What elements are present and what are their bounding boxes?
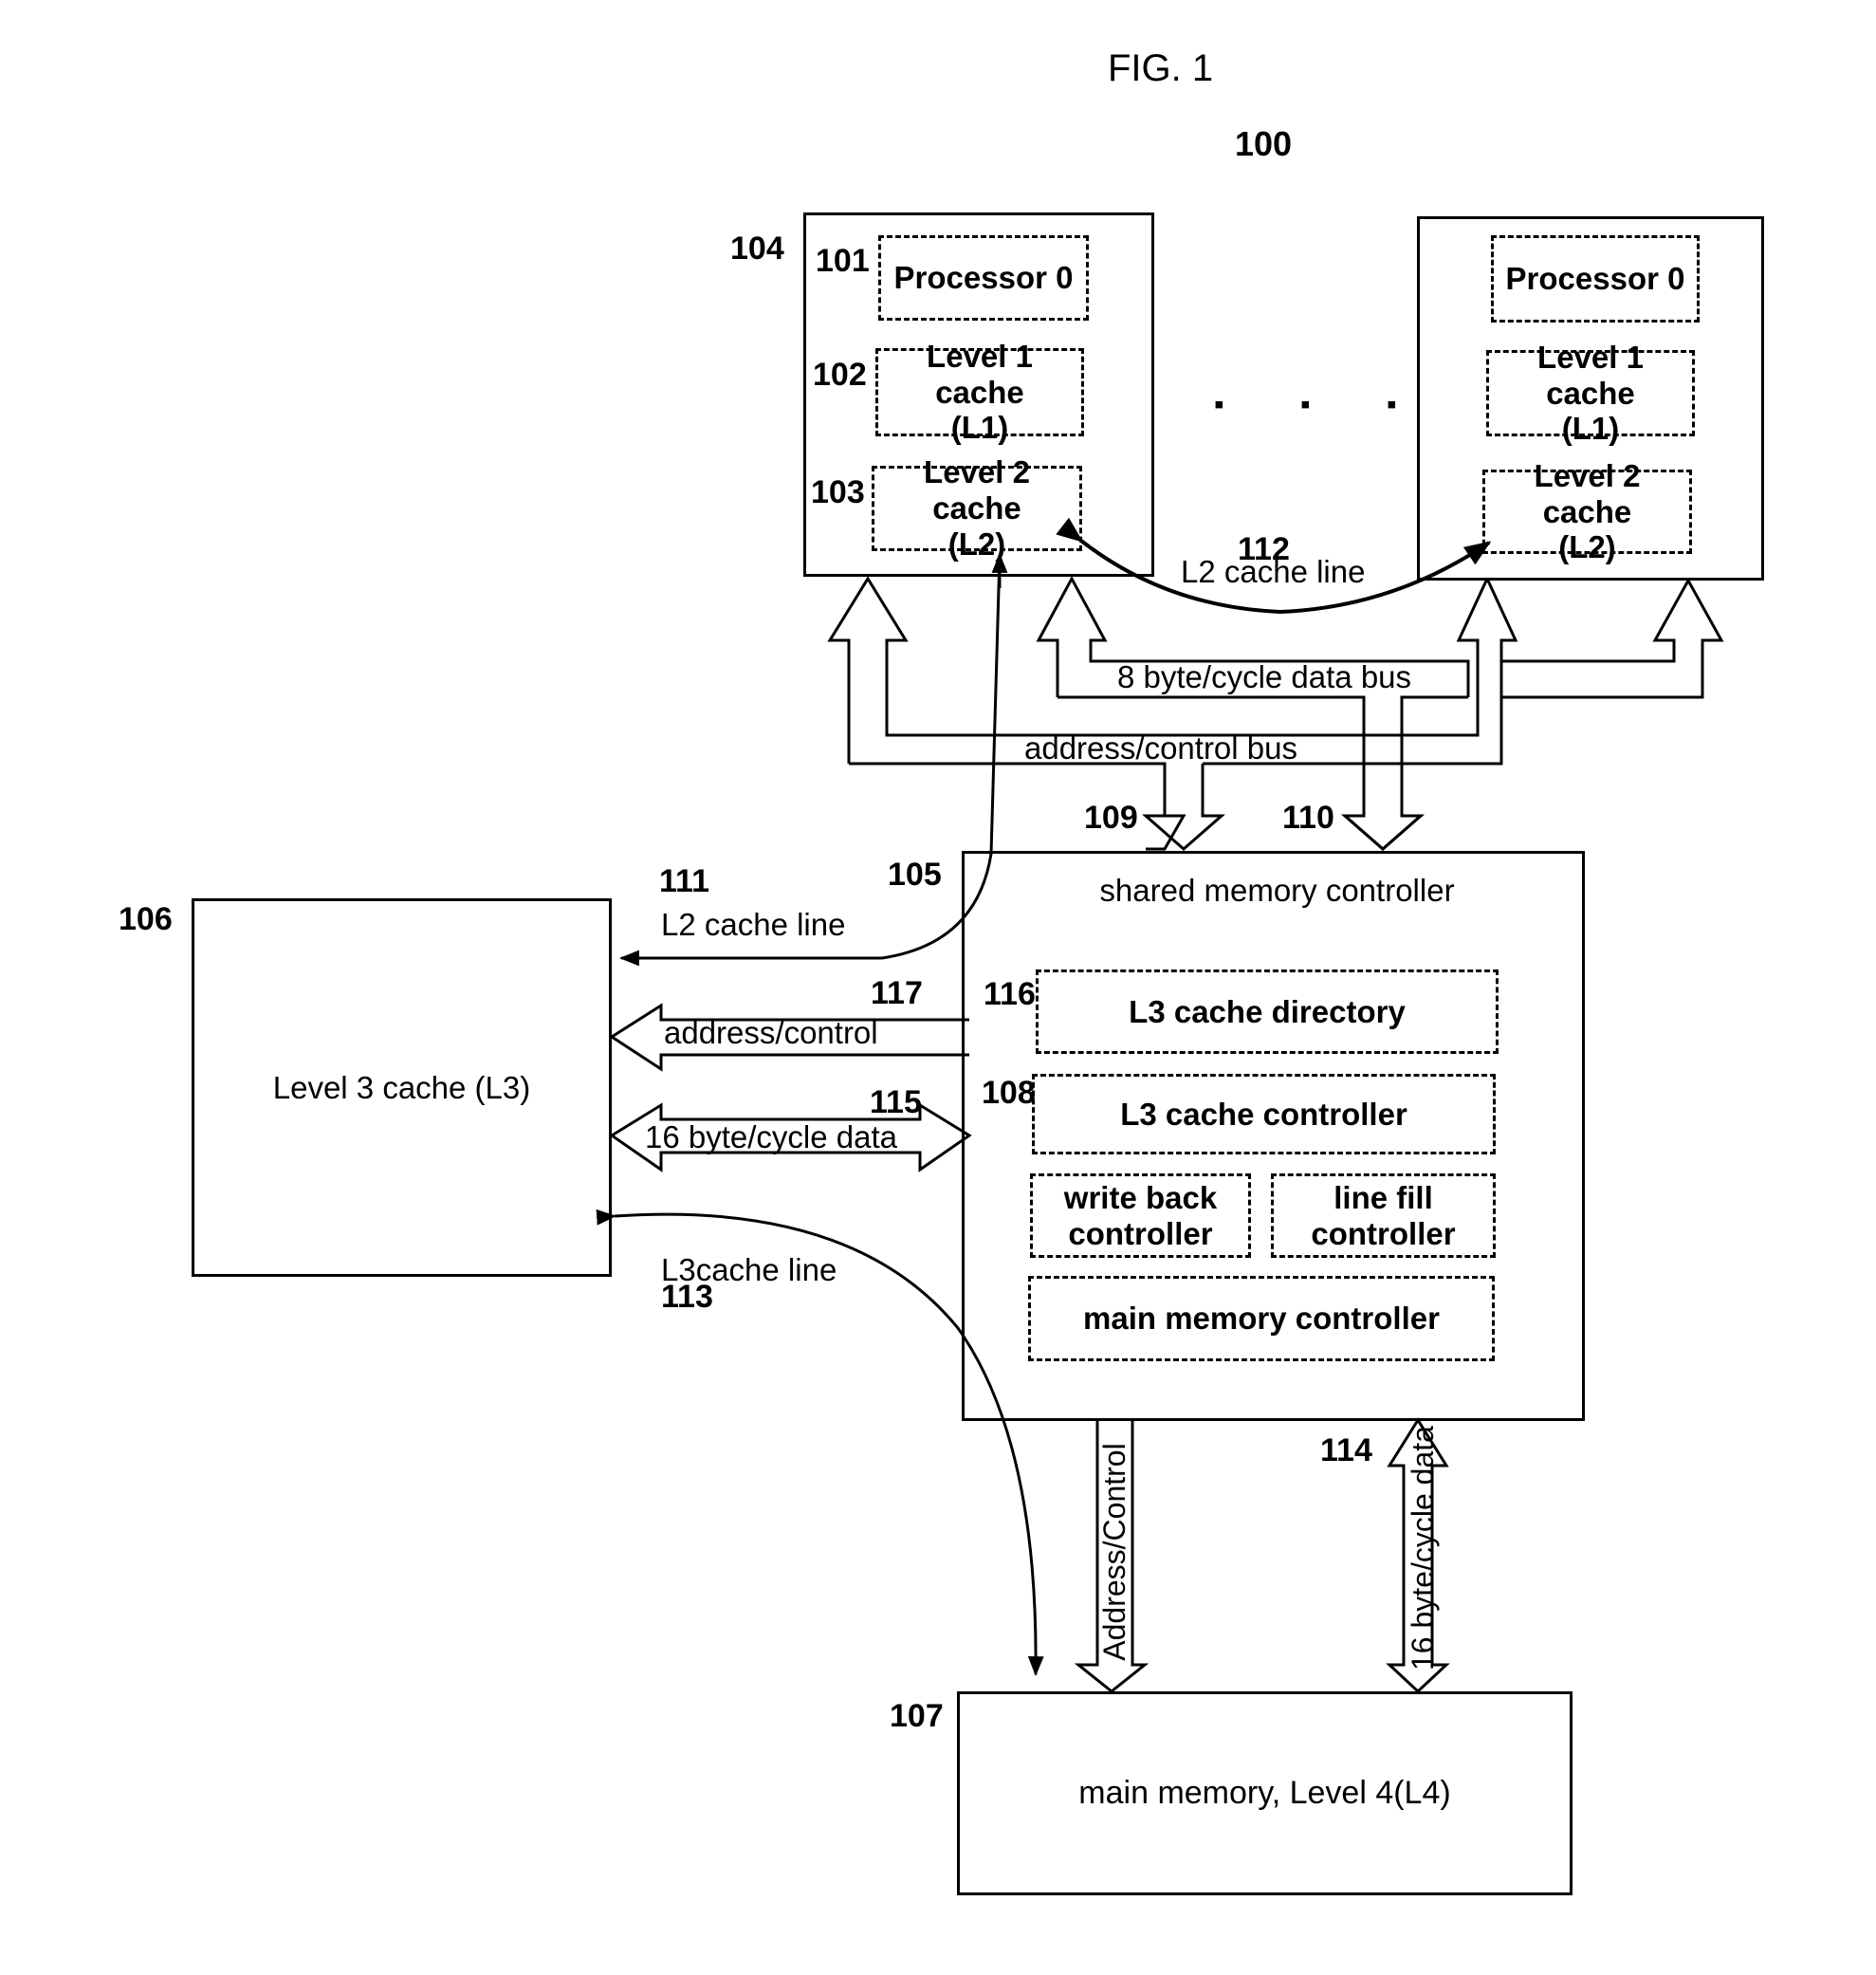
main-memory-controller-label: main memory controller (1083, 1301, 1440, 1337)
l2-to-l3-ref: 111 (659, 863, 709, 899)
l2-to-l3-label: L2 cache line (661, 907, 846, 942)
l2-label: Level 2 cache (L2) (1534, 457, 1641, 565)
processor-label: Processor 0 (893, 260, 1074, 296)
main-memory-ref: 107 (890, 1698, 944, 1734)
link-105-ref: 105 (888, 857, 942, 893)
figure-ref: 100 (1235, 124, 1293, 163)
l2-cache-block: Level 2 cache (L2) (1482, 458, 1692, 564)
figure-title: FIG. 1 (1108, 47, 1214, 89)
mem-data-ref: 114 (1320, 1432, 1372, 1468)
processor-ref: 101 (816, 243, 870, 279)
directory-label: L3 cache directory (1129, 993, 1406, 1029)
l3-controller-ref: 108 (982, 1075, 1036, 1111)
main-memory-controller: main memory controller (1028, 1276, 1495, 1361)
main-memory-label: main memory, Level 4(L4) (1078, 1775, 1451, 1811)
l1-cache-block: Level 1 cache (L1) (875, 339, 1084, 445)
l3-data-label: 16 byte/cycle data (645, 1119, 897, 1154)
bus-110-ref: 110 (1282, 800, 1334, 836)
address-bus-right (1341, 578, 1518, 851)
group-ref: 104 (730, 231, 784, 267)
l3-address-ref: 117 (871, 975, 923, 1011)
line-fill-controller: line fill controller (1271, 1173, 1496, 1258)
mem-address-label: Address/Control (1097, 1443, 1131, 1661)
write-back-label: write back controller (1063, 1179, 1218, 1251)
l3-to-memory-ref: 113 (661, 1279, 713, 1315)
mem-data-label: 16 byte/cycle data (1406, 1426, 1440, 1670)
data-bus-label: 8 byte/cycle data bus (1117, 659, 1412, 694)
l1-cache-block: Level 1 cache (L1) (1486, 340, 1695, 446)
l1-label: Level 1 cache (L1) (1537, 339, 1644, 447)
write-back-controller: write back controller (1030, 1173, 1251, 1258)
l2-label: Level 2 cache (L2) (924, 454, 1030, 562)
l2-ref: 103 (811, 474, 865, 510)
bus-110-arrow (1341, 814, 1425, 851)
l3-cache-block: Level 3 cache (L3) (192, 898, 612, 1277)
l2-transfer-label: L2 cache line (1181, 554, 1366, 589)
bus-109-ref: 109 (1084, 800, 1138, 836)
controller-title: shared memory controller (1099, 873, 1455, 908)
l3-cache-label: Level 3 cache (L3) (272, 1069, 531, 1105)
l3-controller-label: L3 cache controller (1120, 1096, 1407, 1132)
l1-label: Level 1 cache (L1) (927, 338, 1033, 446)
line-fill-label: line fill controller (1311, 1179, 1456, 1251)
processor-block: Processor 0 (878, 235, 1089, 321)
main-memory-block: main memory, Level 4(L4) (957, 1691, 1573, 1895)
l3-data-ref: 115 (870, 1084, 922, 1120)
more-processors-ellipsis: ▪ ▪ ▪ (1214, 389, 1431, 420)
l3-cache-directory: L3 cache directory (1036, 969, 1499, 1054)
bus-109-arrow (1142, 764, 1225, 851)
processor-label: Processor 0 (1505, 261, 1685, 297)
l3-cache-controller: L3 cache controller (1032, 1074, 1496, 1154)
address-bus-label: address/control bus (1024, 730, 1297, 766)
processor-block: Processor 0 (1491, 235, 1700, 323)
l3-address-label: address/control (664, 1015, 878, 1050)
l1-ref: 102 (813, 357, 867, 393)
data-bus-right (1501, 577, 1724, 699)
l2-cache-block: Level 2 cache (L2) (872, 454, 1082, 562)
l3-cache-ref: 106 (119, 901, 173, 937)
directory-ref: 116 (984, 976, 1036, 1012)
